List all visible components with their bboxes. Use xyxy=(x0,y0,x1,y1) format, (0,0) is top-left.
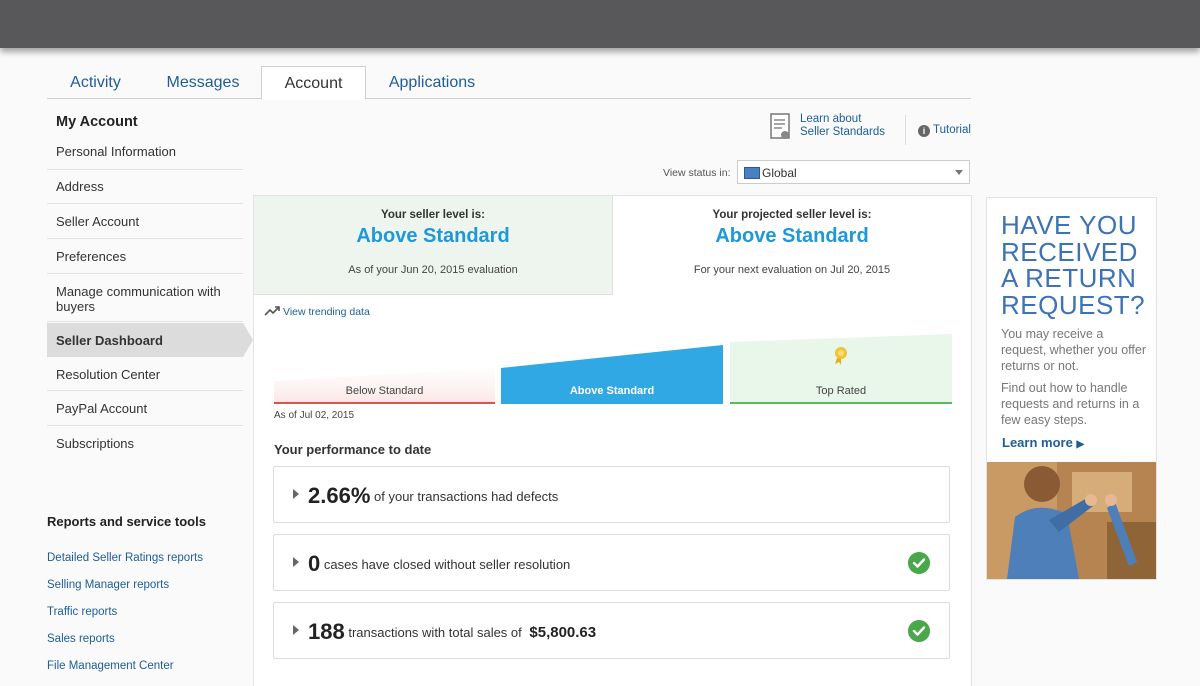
seller-dashboard-panel: Your seller level is: Above Standard As … xyxy=(253,195,972,686)
sidebar-item-address[interactable]: Address xyxy=(47,170,243,204)
check-circle-icon xyxy=(908,552,930,574)
scale-below-label: Below Standard xyxy=(345,385,424,397)
sidebar-item-resolution-center[interactable]: Resolution Center xyxy=(47,357,243,391)
current-level-value: Above Standard xyxy=(356,225,510,247)
header-divider xyxy=(905,115,906,145)
transactions-text: transactions with total sales of xyxy=(348,625,522,640)
sidebar-item-preferences[interactable]: Preferences xyxy=(47,239,243,274)
sidebar-item-manage-communication[interactable]: Manage communication with buyers xyxy=(47,274,243,322)
ad-paragraph-1: You may receive a request, whether you o… xyxy=(1001,327,1146,373)
projected-level-label: Your projected seller level is: xyxy=(712,209,872,221)
tutorial-link[interactable]: i Tutorial xyxy=(918,124,971,137)
view-trending-data-link[interactable]: View trending data xyxy=(264,306,370,318)
tab-account[interactable]: Account xyxy=(261,66,366,100)
cases-line: 0 cases have closed without seller resol… xyxy=(308,551,570,577)
sales-value: $5,800.63 xyxy=(529,624,597,641)
performance-title: Your performance to date xyxy=(274,442,432,457)
learn-seller-standards-link[interactable]: Learn about Seller Standards xyxy=(800,113,910,139)
chevron-down-icon xyxy=(955,170,963,175)
tab-activity[interactable]: Activity xyxy=(47,66,144,98)
ad-learn-more-link[interactable]: Learn more ▶ xyxy=(1002,435,1084,450)
transactions-card[interactable]: 188 transactions with total sales of $5,… xyxy=(273,602,950,659)
sidebar-item-seller-dashboard[interactable]: Seller Dashboard xyxy=(47,323,253,357)
sidebar-title: My Account xyxy=(56,114,138,130)
view-status-value: Global xyxy=(762,166,797,180)
scale-top-label: Top Rated xyxy=(815,385,867,397)
sidebar-item-personal-information[interactable]: Personal Information xyxy=(47,139,243,170)
transactions-value: 188 xyxy=(308,619,345,644)
scale-as-of: As of Jul 02, 2015 xyxy=(274,410,355,421)
tab-bar: Activity Messages Account Applications xyxy=(47,66,971,100)
ad-photo xyxy=(987,462,1156,579)
link-detailed-seller-ratings[interactable]: Detailed Seller Ratings reports xyxy=(47,552,203,564)
defects-card[interactable]: 2.66% of your transactions had defects xyxy=(273,466,950,523)
view-status-select[interactable]: Global xyxy=(737,160,970,184)
tab-messages[interactable]: Messages xyxy=(154,66,252,98)
current-seller-level: Your seller level is: Above Standard As … xyxy=(254,196,613,295)
view-status-label: View status in: xyxy=(663,167,731,179)
caret-right-icon xyxy=(293,489,299,499)
ad-learn-more-label: Learn more xyxy=(1002,435,1073,450)
defects-value: 2.66% xyxy=(308,483,371,508)
projected-seller-level: Your projected seller level is: Above St… xyxy=(613,196,971,294)
sidebar-item-paypal-account[interactable]: PayPal Account xyxy=(47,391,243,426)
globe-flag-icon xyxy=(744,167,760,179)
trending-label: View trending data xyxy=(283,306,370,318)
reports-title: Reports and service tools xyxy=(47,514,206,529)
projected-level-sub: For your next evaluation on Jul 20, 2015 xyxy=(693,264,891,276)
defects-text: of your transactions had defects xyxy=(374,489,559,504)
cases-card[interactable]: 0 cases have closed without seller resol… xyxy=(273,534,950,591)
link-file-management-center[interactable]: File Management Center xyxy=(47,660,174,672)
sidebar-item-seller-account[interactable]: Seller Account xyxy=(47,204,243,239)
link-sales-reports[interactable]: Sales reports xyxy=(47,633,115,645)
trend-up-icon xyxy=(264,306,280,316)
info-icon: i xyxy=(918,125,930,137)
scale-above-label: Above Standard xyxy=(569,385,655,397)
caret-right-icon: ▶ xyxy=(1076,439,1085,450)
caret-right-icon xyxy=(293,625,299,635)
caret-right-icon xyxy=(293,557,299,567)
learn-line-2: Seller Standards xyxy=(800,126,886,138)
tutorial-label: Tutorial xyxy=(933,124,971,136)
ad-paragraph-2: Find out how to handle requests and retu… xyxy=(1001,381,1140,427)
defects-line: 2.66% of your transactions had defects xyxy=(308,483,558,509)
cases-text: cases have closed without seller resolut… xyxy=(323,557,571,572)
link-traffic-reports[interactable]: Traffic reports xyxy=(47,606,117,618)
document-icon xyxy=(770,113,790,139)
tab-applications[interactable]: Applications xyxy=(373,66,491,98)
sidebar-item-subscriptions[interactable]: Subscriptions xyxy=(47,426,243,455)
cases-value: 0 xyxy=(308,551,321,576)
ad-headline: HAVE YOU RECEIVED A RETURN REQUEST? xyxy=(1001,210,1146,320)
link-selling-manager-reports[interactable]: Selling Manager reports xyxy=(47,579,169,591)
learn-line-1: Learn about xyxy=(800,113,862,125)
projected-level-value: Above Standard xyxy=(715,225,869,247)
current-level-sub: As of your Jun 20, 2015 evaluation xyxy=(348,264,518,276)
return-request-ad: HAVE YOU RECEIVED A RETURN REQUEST? You … xyxy=(986,197,1157,580)
check-circle-icon xyxy=(908,620,930,642)
transactions-line: 188 transactions with total sales of $5,… xyxy=(308,619,596,645)
top-bar xyxy=(0,0,1200,48)
current-level-label: Your seller level is: xyxy=(381,209,485,221)
